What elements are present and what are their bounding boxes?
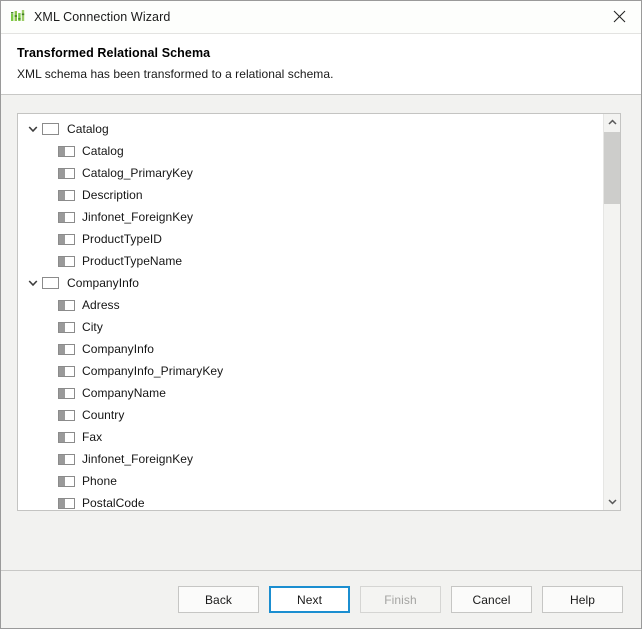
tree-node-label: CompanyInfo <box>67 276 139 290</box>
cancel-button[interactable]: Cancel <box>451 586 532 613</box>
dialog-footer: Back Next Finish Cancel Help <box>1 570 641 628</box>
tree-node-label: City <box>82 320 103 334</box>
tree-node-column[interactable]: CompanyName <box>18 382 603 404</box>
chevron-up-icon[interactable] <box>604 114 620 131</box>
button-label: Help <box>569 592 596 607</box>
column-icon <box>58 475 75 487</box>
column-icon <box>58 387 75 399</box>
column-icon <box>58 365 75 377</box>
tree-node-column[interactable]: ProductTypeName <box>18 250 603 272</box>
tree-node-label: ProductTypeID <box>82 232 163 246</box>
tree-node-label: Catalog <box>67 122 109 136</box>
tree-node-label: PostalCode <box>82 496 145 510</box>
column-icon <box>58 497 75 509</box>
page-subtitle: XML schema has been transformed to a rel… <box>17 67 334 81</box>
tree-node-label: Jinfonet_ForeignKey <box>82 210 194 224</box>
finish-button: Finish <box>360 586 441 613</box>
next-button[interactable]: Next <box>269 586 350 613</box>
chevron-down-icon[interactable] <box>26 276 40 290</box>
wizard-body: Catalog Catalog Catalog_PrimaryKey Descript… <box>1 95 641 570</box>
xml-connection-wizard-window: XML Connection Wizard Transformed Relati… <box>0 0 642 629</box>
tree-node-label: CompanyInfo <box>82 342 154 356</box>
window-title: XML Connection Wizard <box>34 10 171 24</box>
bar-chart-icon <box>10 9 26 25</box>
tree-node-column[interactable]: Jinfonet_ForeignKey <box>18 448 603 470</box>
page-title: Transformed Relational Schema <box>17 46 211 60</box>
close-icon[interactable] <box>597 1 641 32</box>
tree-node-column[interactable]: Catalog_PrimaryKey <box>18 162 603 184</box>
tree-node-table[interactable]: Catalog <box>18 118 603 140</box>
tree-node-label: ProductTypeName <box>82 254 183 268</box>
chevron-down-icon[interactable] <box>604 493 620 510</box>
tree-node-column[interactable]: Jinfonet_ForeignKey <box>18 206 603 228</box>
tree-node-label: Catalog <box>82 144 124 158</box>
tree-vertical-scrollbar[interactable] <box>603 114 620 510</box>
button-label: Cancel <box>472 592 511 607</box>
back-button[interactable]: Back <box>178 586 259 613</box>
column-icon <box>58 299 75 311</box>
tree-node-label: Jinfonet_ForeignKey <box>82 452 194 466</box>
wizard-header: Transformed Relational Schema XML schema… <box>1 33 641 95</box>
tree-node-column[interactable]: City <box>18 316 603 338</box>
tree-node-column[interactable]: Fax <box>18 426 603 448</box>
tree-node-column[interactable]: Phone <box>18 470 603 492</box>
tree-node-table[interactable]: CompanyInfo <box>18 272 603 294</box>
tree-node-label: Phone <box>82 474 117 488</box>
tree-node-column[interactable]: Country <box>18 404 603 426</box>
tree-node-label: Adress <box>82 298 120 312</box>
tree-node-label: Description <box>82 188 143 202</box>
button-label: Finish <box>384 592 417 607</box>
tree-node-column[interactable]: CompanyInfo_PrimaryKey <box>18 360 603 382</box>
column-icon <box>58 167 75 179</box>
tree-node-column[interactable]: PostalCode <box>18 492 603 510</box>
table-icon <box>42 277 59 289</box>
tree-node-column[interactable]: ProductTypeID <box>18 228 603 250</box>
column-icon <box>58 255 75 267</box>
chevron-down-icon[interactable] <box>26 122 40 136</box>
tree-node-column[interactable]: Catalog <box>18 140 603 162</box>
scrollbar-thumb[interactable] <box>604 132 620 204</box>
tree-node-label: Fax <box>82 430 103 444</box>
tree-node-column[interactable]: Adress <box>18 294 603 316</box>
tree-node-label: CompanyInfo_PrimaryKey <box>82 364 224 378</box>
help-button[interactable]: Help <box>542 586 623 613</box>
button-label: Next <box>296 592 323 607</box>
column-icon <box>58 189 75 201</box>
tree-node-label: Catalog_PrimaryKey <box>82 166 193 180</box>
table-icon <box>42 123 59 135</box>
tree-node-label: CompanyName <box>82 386 166 400</box>
titlebar: XML Connection Wizard <box>1 1 641 33</box>
column-icon <box>58 145 75 157</box>
schema-tree-panel: Catalog Catalog Catalog_PrimaryKey Descript… <box>17 113 621 511</box>
column-icon <box>58 211 75 223</box>
tree-node-column[interactable]: Description <box>18 184 603 206</box>
tree-node-column[interactable]: CompanyInfo <box>18 338 603 360</box>
column-icon <box>58 453 75 465</box>
column-icon <box>58 343 75 355</box>
schema-tree[interactable]: Catalog Catalog Catalog_PrimaryKey Descript… <box>18 114 603 510</box>
button-label: Back <box>204 592 233 607</box>
column-icon <box>58 233 75 245</box>
tree-node-label: Country <box>82 408 125 422</box>
column-icon <box>58 409 75 421</box>
column-icon <box>58 321 75 333</box>
column-icon <box>58 431 75 443</box>
